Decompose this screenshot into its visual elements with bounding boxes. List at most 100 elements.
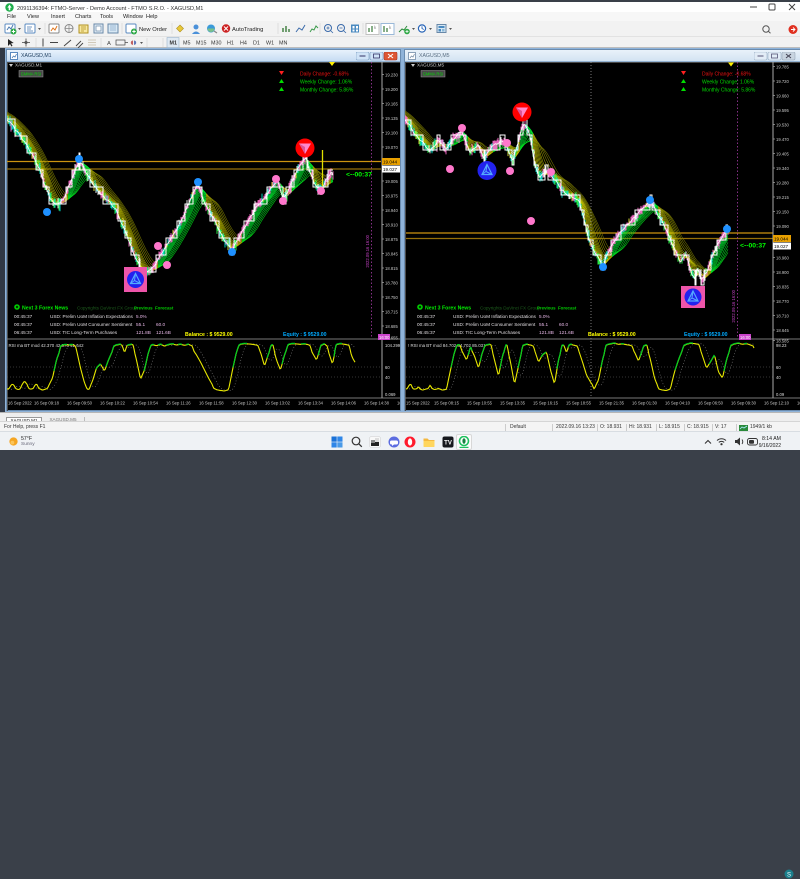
svg-text:Daily Change: -0.68%: Daily Change: -0.68%	[702, 72, 751, 78]
svg-text:Weekly Change: 1.06%: Weekly Change: 1.06%	[300, 80, 353, 86]
svg-text:15 Sep 08:15: 15 Sep 08:15	[434, 401, 460, 406]
svg-text:40: 40	[385, 375, 390, 380]
svg-text:19.135: 19.135	[385, 116, 398, 121]
svg-text:19.340: 19.340	[776, 166, 789, 171]
svg-text:19.100: 19.100	[385, 130, 398, 135]
svg-text:18.645: 18.645	[776, 328, 789, 333]
svg-text:18.960: 18.960	[776, 255, 789, 260]
svg-text:GMMA RSI: GMMA RSI	[21, 72, 41, 77]
svg-text:Next 3 Forex News: Next 3 Forex News	[22, 306, 68, 312]
svg-text:USD: TIC Long-Term Purchases: USD: TIC Long-Term Purchases	[50, 330, 118, 335]
svg-text:19.660: 19.660	[776, 93, 789, 98]
svg-text:19.027: 19.027	[774, 244, 788, 249]
svg-text:Monthly Change: 5.86%: Monthly Change: 5.86%	[702, 88, 756, 94]
svg-text:19.200: 19.200	[385, 87, 398, 92]
svg-text:16 Sep 09:50: 16 Sep 09:50	[67, 401, 93, 406]
svg-text:Daily Change: -0.68%: Daily Change: -0.68%	[300, 72, 349, 78]
svg-text:Monthly Change: 5.86%: Monthly Change: 5.86%	[300, 88, 354, 94]
svg-text:16 Sep 14:38: 16 Sep 14:38	[364, 401, 390, 406]
svg-text:60: 60	[385, 365, 390, 370]
svg-text:18.910: 18.910	[385, 222, 398, 227]
svg-text:16 Sep 04:10: 16 Sep 04:10	[665, 401, 691, 406]
svg-text:18.875: 18.875	[385, 237, 398, 242]
svg-text:Previous: Previous	[134, 306, 153, 311]
svg-text:XAGUSD,M1: XAGUSD,M1	[15, 63, 43, 68]
svg-text:18.975: 18.975	[385, 193, 398, 198]
svg-text:18.685: 18.685	[385, 324, 398, 329]
svg-text:16 Sep 10:54: 16 Sep 10:54	[133, 401, 159, 406]
svg-text:15 Sep 2022: 15 Sep 2022	[406, 401, 430, 406]
svg-text:19.280: 19.280	[776, 180, 789, 185]
svg-text:TV: TV	[444, 440, 452, 446]
svg-text:60.0: 60.0	[559, 322, 569, 327]
svg-text:55.1: 55.1	[539, 322, 549, 327]
svg-text:5.0%: 5.0%	[539, 314, 550, 319]
svg-text:19.044: 19.044	[774, 237, 788, 242]
svg-text:19.005: 19.005	[385, 179, 398, 184]
svg-text:19.027: 19.027	[383, 167, 397, 172]
svg-text:18.750: 18.750	[385, 295, 398, 300]
svg-text:16 Sep 09:30: 16 Sep 09:30	[731, 401, 757, 406]
svg-text:18.845: 18.845	[385, 251, 398, 256]
svg-text:16 Sep 13:02: 16 Sep 13:02	[265, 401, 291, 406]
svg-text:18.780: 18.780	[385, 280, 398, 285]
svg-text:16:00: 16:00	[379, 335, 390, 340]
svg-text:16 Sep 06:50: 16 Sep 06:50	[698, 401, 724, 406]
svg-text:USD: Prelim UoM Inflation Expe: USD: Prelim UoM Inflation Expectations	[453, 314, 537, 319]
svg-text:15 Sep 16:15: 15 Sep 16:15	[533, 401, 559, 406]
svg-text:GMMA RSI: GMMA RSI	[423, 72, 443, 77]
svg-text:Forecast: Forecast	[558, 306, 577, 311]
svg-text:18.815: 18.815	[385, 266, 398, 271]
svg-text:<--00:37: <--00:37	[346, 172, 372, 179]
svg-text:121.8B: 121.8B	[539, 330, 554, 335]
svg-text:19.405: 19.405	[776, 151, 789, 156]
svg-text:16 Sep 10:22: 16 Sep 10:22	[100, 401, 126, 406]
svg-text:19.595: 19.595	[776, 108, 789, 113]
svg-text:16 Sep 12:10: 16 Sep 12:10	[764, 401, 790, 406]
svg-text:19.785: 19.785	[776, 64, 789, 69]
svg-text:16 Sep 2022: 16 Sep 2022	[8, 401, 32, 406]
svg-text:16 Sep 12:30: 16 Sep 12:30	[232, 401, 258, 406]
svg-text:S: S	[787, 872, 791, 878]
svg-text:15 Sep 13:35: 15 Sep 13:35	[500, 401, 526, 406]
svg-text:16:00: 16:00	[740, 335, 751, 340]
svg-text:2022.09.16 16:00: 2022.09.16 16:00	[731, 289, 736, 322]
svg-text:USD: Prelim UoM Consumer Senti: USD: Prelim UoM Consumer Sentiment	[453, 322, 536, 327]
svg-text:16 Sep 09:18: 16 Sep 09:18	[34, 401, 60, 406]
svg-text:06:45:37: 06:45:37	[14, 330, 33, 335]
svg-text:USD: Prelim UoM Consumer Senti: USD: Prelim UoM Consumer Sentiment	[50, 322, 133, 327]
svg-text:18.940: 18.940	[385, 208, 398, 213]
svg-text:15 Sep 10:55: 15 Sep 10:55	[467, 401, 493, 406]
svg-text:00:45:37: 00:45:37	[417, 322, 436, 327]
svg-text:Next 3 Forex News: Next 3 Forex News	[425, 306, 471, 312]
svg-text:2022.09.16 16:00: 2022.09.16 16:00	[365, 234, 370, 267]
svg-text:Weekly Change: 1.06%: Weekly Change: 1.06%	[702, 80, 755, 86]
svg-text:0.09: 0.09	[776, 392, 785, 397]
svg-text:98.23: 98.23	[776, 343, 787, 348]
svg-text:15 Sep 18:55: 15 Sep 18:55	[566, 401, 592, 406]
svg-text:18.770: 18.770	[776, 299, 789, 304]
svg-text:16 Sep 01:30: 16 Sep 01:30	[632, 401, 658, 406]
svg-text:55.1: 55.1	[136, 322, 146, 327]
svg-text:Forecast: Forecast	[155, 306, 174, 311]
svg-text:121.6B: 121.6B	[559, 330, 574, 335]
svg-text:Previous: Previous	[537, 306, 556, 311]
svg-text:19.230: 19.230	[385, 72, 398, 77]
svg-text:0.069: 0.069	[385, 392, 396, 397]
svg-text:40: 40	[776, 375, 781, 380]
svg-text:60.0: 60.0	[156, 322, 166, 327]
svg-text:Copyrights DaVinci FX Group: Copyrights DaVinci FX Group	[77, 306, 138, 311]
svg-text:19.165: 19.165	[385, 101, 398, 106]
svg-text:16 Sep 11:58: 16 Sep 11:58	[199, 401, 224, 406]
svg-text:104.299: 104.299	[385, 343, 401, 348]
svg-text:06:45:37: 06:45:37	[417, 330, 436, 335]
svg-text:15 Sep 21:35: 15 Sep 21:35	[599, 401, 625, 406]
svg-text:60: 60	[776, 365, 781, 370]
svg-text:Equity : $ 9529.00: Equity : $ 9529.00	[684, 332, 728, 338]
svg-text:00:45:37: 00:45:37	[417, 314, 436, 319]
svg-text:18.900: 18.900	[776, 270, 789, 275]
svg-text:16 Sep 13:34: 16 Sep 13:34	[298, 401, 324, 406]
svg-text:00:45:37: 00:45:37	[14, 322, 33, 327]
svg-text:19.150: 19.150	[776, 209, 789, 214]
svg-text:16 Sep 11:26: 16 Sep 11:26	[166, 401, 191, 406]
